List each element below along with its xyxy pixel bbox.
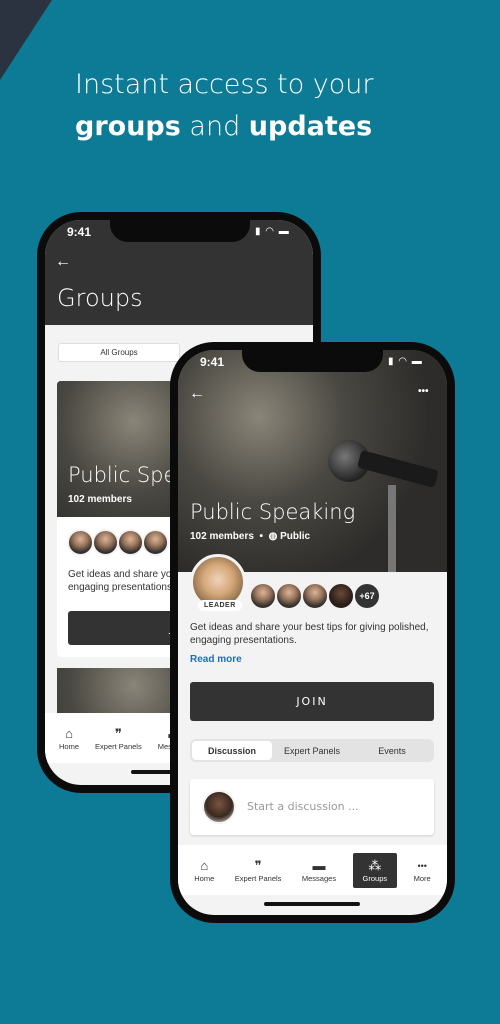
nav-label: Expert Panels [95,741,142,751]
nav-home[interactable]: ⌂ Home [190,854,218,887]
group-meta: 102 members • ◍ Public [190,531,311,542]
bottom-nav: ⌂ Home ❞ Expert Panels ▬ Messages ⁂ Groups •… [178,845,447,895]
chat-icon: ▬ [312,857,326,873]
avatar [117,529,144,556]
avatar [142,529,169,556]
headline-bold-updates: updates [248,111,373,142]
group-members: 102 members [190,531,254,542]
leader-badge: LEADER [198,600,242,611]
nav-label: More [413,873,431,883]
start-discussion-card[interactable]: Start a discussion ... [190,779,434,835]
tab-events[interactable]: Events [352,741,432,760]
nav-messages[interactable]: ▬Messages [298,854,340,887]
group-title: Public Speaking [190,500,356,524]
user-avatar [202,790,236,824]
notch [110,220,250,242]
avatar [275,582,303,610]
section-tabs: Discussion Expert Panels Events [190,739,434,762]
headline-and: and [189,111,241,142]
avatar [92,529,119,556]
avatar [301,582,329,610]
join-button[interactable]: JOIN [190,682,434,721]
status-time: 9:41 [67,225,92,239]
nav-expert-panels[interactable]: ❞ Expert Panels [231,854,286,887]
more-members-count: +67 [353,582,381,610]
nav-groups[interactable]: ⁂ Groups [352,852,398,888]
member-avatars [67,529,169,556]
nav-home[interactable]: ⌂ Home [55,722,83,755]
nav-label: Groups [362,873,388,883]
nav-label: Messages [301,873,337,883]
avatar [327,582,355,610]
nav-more[interactable]: ••• More [410,854,435,887]
avatar [249,582,277,610]
more-options-icon[interactable]: ••• [418,386,429,397]
more-icon: ••• [417,860,427,871]
quote-icon: ❞ [114,725,122,741]
nav-label: Home [59,741,80,751]
headline: Instant access to your groups and update… [75,64,374,148]
back-arrow-icon[interactable]: ← [189,385,205,403]
read-more-link[interactable]: Read more [190,654,242,665]
nav-label: Expert Panels [234,873,282,883]
back-arrow-icon[interactable]: ← [55,253,71,271]
tab-discussion[interactable]: Discussion [192,741,272,760]
front-phone-screen: 9:41 ▮ ◠ ▬ ← ••• Public Speaking 102 mem… [178,350,447,915]
home-icon: ⌂ [65,725,73,741]
tab-expert-panels[interactable]: Expert Panels [272,741,352,760]
status-icons: ▮ ◠ ▬ [255,226,290,237]
quote-icon: ❞ [254,857,262,873]
headline-bold-groups: groups [75,111,181,142]
discussion-input[interactable]: Start a discussion ... [247,800,359,813]
group-members: 102 members [68,494,132,505]
page-title: Groups [57,284,143,312]
home-indicator [264,902,360,906]
notch [242,350,383,372]
headline-line1: Instant access to your [75,69,374,100]
groups-icon: ⁂ [368,857,382,873]
status-icons: ▮ ◠ ▬ [388,356,423,367]
tab-all-groups[interactable]: All Groups [58,343,180,362]
nav-label: Home [194,873,215,883]
microphone-stand [388,485,396,572]
globe-icon: ◍ [268,531,278,542]
corner-decoration [0,0,52,80]
home-icon: ⌂ [200,857,209,873]
member-avatars[interactable]: +67 [249,582,381,610]
group-privacy: Public [280,531,311,542]
group-description: Get ideas and share your best tips for g… [190,622,429,646]
status-time: 9:41 [200,355,225,369]
front-phone: 9:41 ▮ ◠ ▬ ← ••• Public Speaking 102 mem… [170,342,455,923]
avatar [67,529,94,556]
nav-expert-panels[interactable]: ❞ Expert Panels [91,722,146,755]
